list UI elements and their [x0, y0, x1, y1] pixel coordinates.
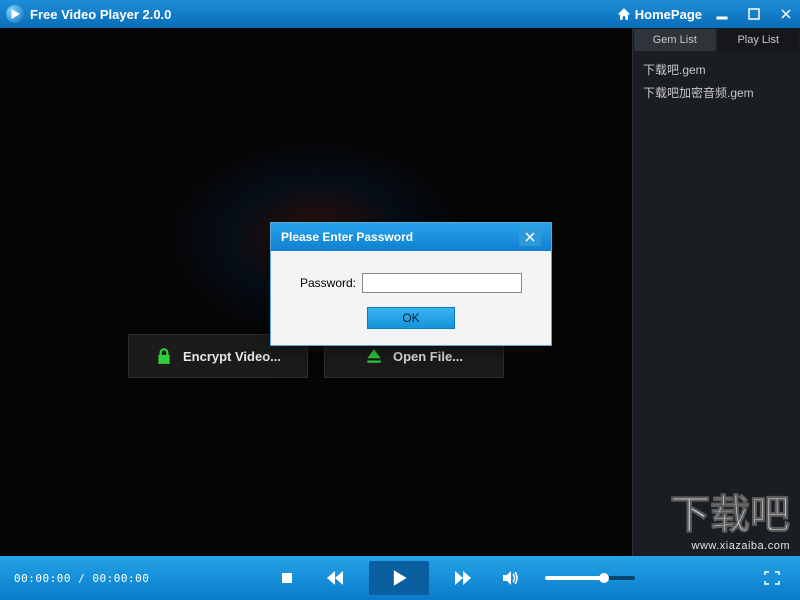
- stop-button[interactable]: [273, 564, 301, 592]
- home-icon: [617, 7, 631, 21]
- volume-button[interactable]: [497, 564, 525, 592]
- encrypt-video-label: Encrypt Video...: [183, 349, 281, 364]
- stop-icon: [280, 571, 294, 585]
- homepage-label: HomePage: [635, 7, 702, 22]
- play-icon: [390, 569, 408, 587]
- playback-controls: 00:00:00 / 00:00:00: [0, 556, 800, 600]
- ok-button[interactable]: OK: [367, 307, 455, 329]
- dialog-title: Please Enter Password: [281, 230, 413, 244]
- fullscreen-button[interactable]: [758, 564, 786, 592]
- volume-thumb[interactable]: [599, 573, 609, 583]
- titlebar: Free Video Player 2.0.0 HomePage: [0, 0, 800, 28]
- previous-button[interactable]: [321, 564, 349, 592]
- playlist-item[interactable]: 下载吧加密音频.gem: [643, 81, 790, 104]
- close-icon: [780, 8, 792, 20]
- open-file-label: Open File...: [393, 349, 463, 364]
- minimize-icon: [716, 8, 728, 20]
- next-icon: [455, 571, 471, 585]
- tab-play-list[interactable]: Play List: [717, 28, 800, 52]
- eject-icon: [365, 347, 383, 365]
- window-title: Free Video Player 2.0.0: [30, 7, 171, 22]
- volume-icon: [503, 571, 519, 585]
- fullscreen-icon: [764, 571, 780, 585]
- next-button[interactable]: [449, 564, 477, 592]
- sidebar-tabs: Gem List Play List: [633, 28, 800, 52]
- app-logo-icon: [6, 5, 24, 23]
- previous-icon: [327, 571, 343, 585]
- password-row: Password:: [300, 273, 522, 293]
- playlist-item[interactable]: 下载吧.gem: [643, 58, 790, 81]
- ok-label: OK: [402, 311, 419, 325]
- dialog-titlebar: Please Enter Password: [271, 223, 551, 251]
- password-dialog: Please Enter Password Password: OK: [270, 222, 552, 346]
- password-input[interactable]: [362, 273, 522, 293]
- password-label: Password:: [300, 276, 356, 290]
- maximize-button[interactable]: [746, 6, 762, 22]
- close-icon: [525, 232, 535, 242]
- time-current: 00:00:00: [14, 572, 71, 585]
- time-total: 00:00:00: [92, 572, 149, 585]
- homepage-button[interactable]: HomePage: [617, 7, 702, 22]
- time-display: 00:00:00 / 00:00:00: [14, 572, 149, 585]
- minimize-button[interactable]: [714, 6, 730, 22]
- volume-fill: [545, 576, 606, 580]
- lock-icon: [155, 347, 173, 365]
- dialog-body: Password: OK: [271, 251, 551, 345]
- playlist: 下载吧.gem 下载吧加密音频.gem: [633, 52, 800, 110]
- volume-slider[interactable]: [545, 576, 635, 580]
- dialog-close-button[interactable]: [519, 228, 541, 246]
- tab-gem-list[interactable]: Gem List: [633, 28, 717, 52]
- play-button[interactable]: [369, 561, 429, 595]
- maximize-icon: [748, 8, 760, 20]
- sidebar: Gem List Play List 下载吧.gem 下载吧加密音频.gem: [632, 28, 800, 556]
- close-button[interactable]: [778, 6, 794, 22]
